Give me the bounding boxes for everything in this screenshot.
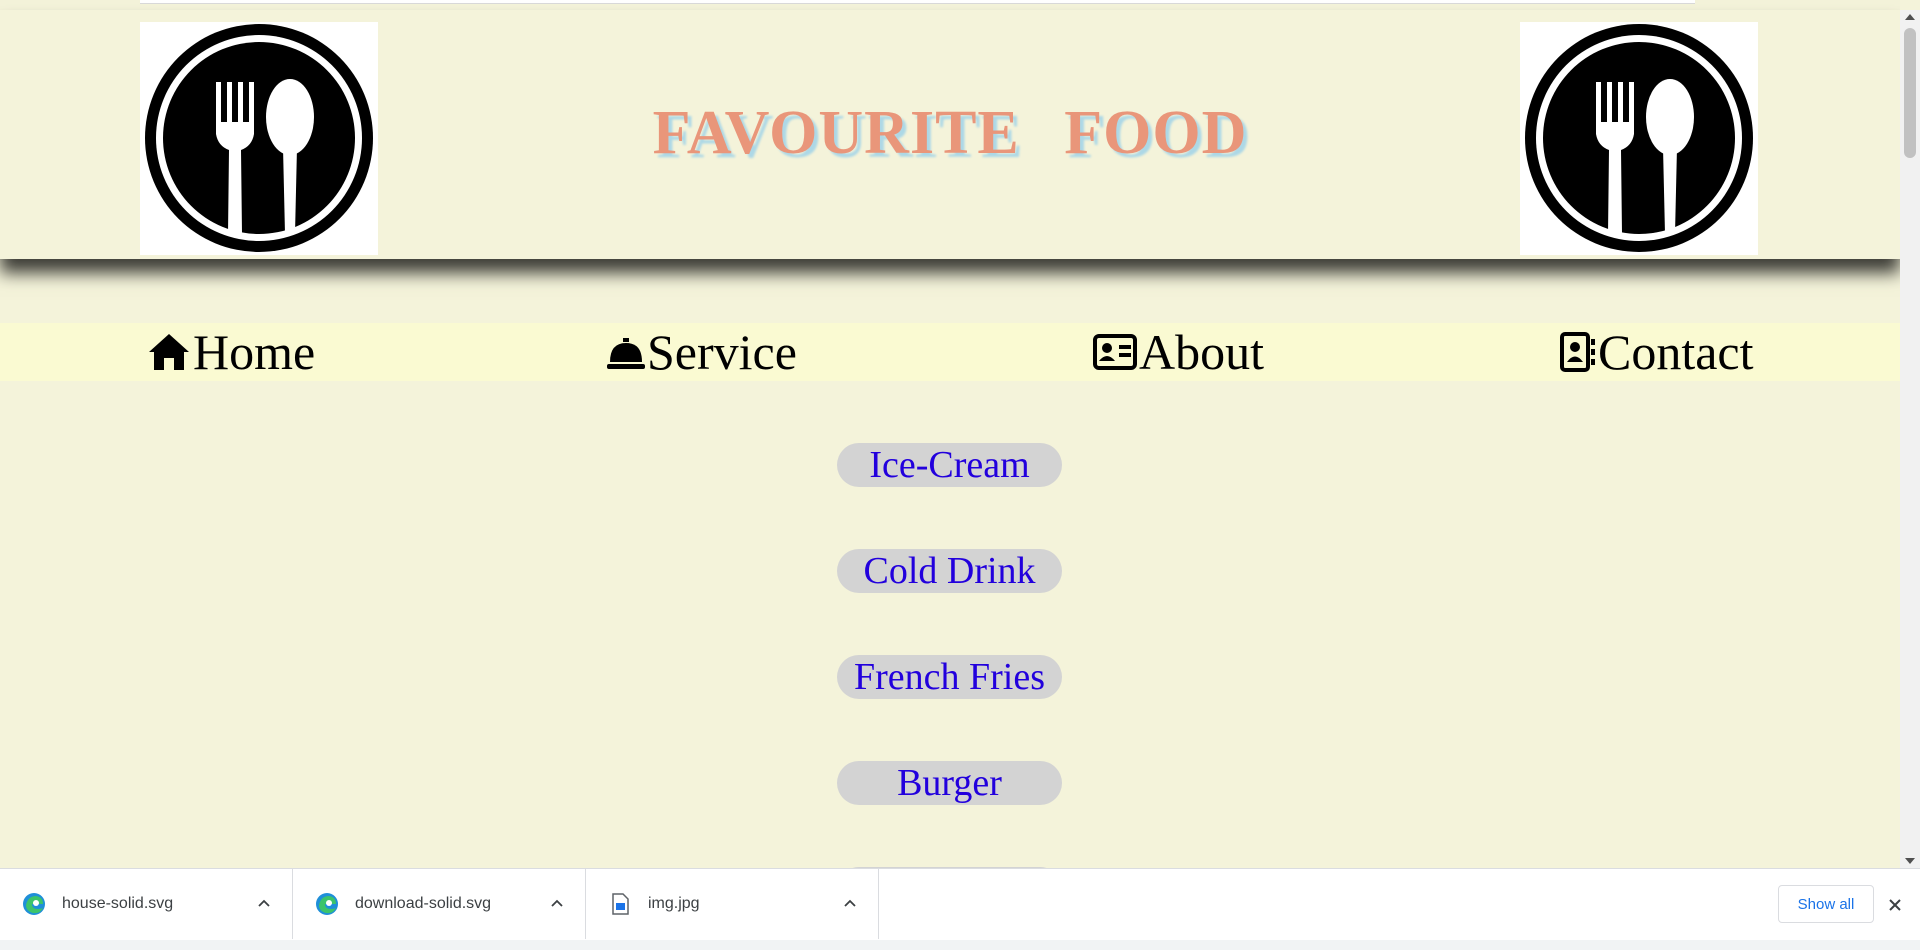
chevron-up-icon[interactable] bbox=[549, 896, 565, 912]
image-file-icon bbox=[612, 893, 629, 915]
top-edge bbox=[140, 0, 1695, 4]
show-all-button[interactable]: Show all bbox=[1778, 885, 1874, 923]
chevron-up-icon[interactable] bbox=[256, 896, 272, 912]
vertical-scrollbar[interactable] bbox=[1900, 10, 1920, 868]
logo-right bbox=[1520, 22, 1758, 255]
site-header: FAVOURITE FOOD bbox=[0, 10, 1900, 259]
download-file-name: img.jpg bbox=[648, 895, 700, 912]
house-icon bbox=[149, 334, 189, 370]
nav-label-contact: Contact bbox=[1598, 324, 1754, 380]
download-item[interactable]: img.jpg bbox=[586, 869, 879, 939]
download-shelf: house-solid.svg download-solid.svg img.j… bbox=[0, 868, 1920, 950]
close-icon[interactable] bbox=[1887, 897, 1903, 913]
nav-link-service[interactable]: Service bbox=[607, 323, 797, 381]
food-button-ice-cream[interactable]: Ice-Cream bbox=[837, 443, 1062, 487]
nav-link-about[interactable]: About bbox=[1093, 323, 1264, 381]
download-item[interactable]: house-solid.svg bbox=[0, 869, 293, 939]
scroll-up-arrow-icon[interactable] bbox=[1905, 14, 1915, 20]
nav-link-home[interactable]: Home bbox=[147, 323, 315, 381]
chevron-up-icon[interactable] bbox=[842, 896, 858, 912]
service-bell-icon bbox=[607, 338, 645, 369]
download-item[interactable]: download-solid.svg bbox=[293, 869, 586, 939]
scroll-thumb[interactable] bbox=[1904, 28, 1916, 158]
food-button-cold-drink[interactable]: Cold Drink bbox=[837, 549, 1062, 593]
fork-spoon-plate-icon bbox=[1525, 24, 1753, 252]
food-button-burger[interactable]: Burger bbox=[837, 761, 1062, 805]
window-bottom-edge bbox=[0, 940, 1920, 950]
nav-label-home: Home bbox=[193, 324, 316, 380]
food-button-french-fries[interactable]: French Fries bbox=[837, 655, 1062, 699]
page-viewport: FAVOURITE FOOD Home Service About Contac… bbox=[0, 0, 1900, 868]
edge-icon bbox=[316, 893, 338, 915]
nav-link-contact[interactable]: Contact bbox=[1560, 323, 1754, 381]
main-navbar: Home Service About Contact bbox=[0, 323, 1900, 381]
nav-label-service: Service bbox=[647, 324, 797, 380]
nav-label-about: About bbox=[1139, 324, 1264, 380]
download-file-name: house-solid.svg bbox=[62, 895, 174, 912]
scroll-down-arrow-icon[interactable] bbox=[1905, 858, 1915, 864]
address-book-icon bbox=[1560, 332, 1595, 372]
edge-icon bbox=[23, 893, 45, 915]
food-list: Ice-Cream Cold Drink French Fries Burger bbox=[837, 443, 1062, 868]
id-card-icon bbox=[1093, 334, 1137, 370]
download-file-name: download-solid.svg bbox=[355, 895, 492, 912]
